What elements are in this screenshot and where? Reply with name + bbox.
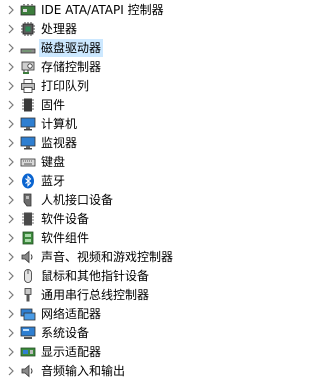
tree-item-ide-ata-atapi-controllers[interactable]: IDE ATA/ATAPI 控制器 [0,0,320,20]
tree-item-system-devices[interactable]: 系统设备 [0,323,320,343]
tree-item-usb-controllers[interactable]: 通用串行总线控制器 [0,285,320,305]
display-adapter-icon [20,344,36,360]
chevron-right-icon[interactable] [6,42,16,54]
tree-item-label: 鼠标和其他指针设备 [41,269,150,283]
tree-item-bluetooth[interactable]: 蓝牙 [0,171,320,191]
device-tree: IDE ATA/ATAPI 控制器 处理器 磁盘驱动器 存储控制器 打印队列 固… [0,0,320,383]
usb-icon [20,287,36,303]
tree-item-keyboards[interactable]: 键盘 [0,152,320,172]
software-component-icon [20,230,36,246]
network-adapter-icon [20,306,36,322]
tree-item-monitors[interactable]: 监视器 [0,133,320,153]
chevron-right-icon[interactable] [6,308,16,320]
tree-item-mice-pointing-devices[interactable]: 鼠标和其他指针设备 [0,266,320,286]
tree-item-label: IDE ATA/ATAPI 控制器 [41,3,164,17]
tree-item-label: 音频输入和输出 [41,364,126,378]
chevron-right-icon[interactable] [6,346,16,358]
tree-item-label: 磁盘驱动器 [39,39,104,57]
chevron-right-icon[interactable] [6,213,16,225]
tree-item-label: 计算机 [41,117,78,131]
tree-item-firmware[interactable]: 固件 [0,95,320,115]
tree-item-processors[interactable]: 处理器 [0,19,320,39]
tree-item-label: 系统设备 [41,326,90,340]
tree-item-label: 显示适配器 [41,345,102,359]
chevron-right-icon[interactable] [6,61,16,73]
tree-item-label: 键盘 [41,155,66,169]
audio-io-icon [20,363,36,379]
hid-icon [20,192,36,208]
chevron-right-icon[interactable] [6,80,16,92]
tree-item-label: 通用串行总线控制器 [41,288,150,302]
bluetooth-icon [20,173,36,189]
printer-icon [20,78,36,94]
tree-item-disk-drives[interactable]: 磁盘驱动器 [0,38,320,58]
tree-item-network-adapters[interactable]: 网络适配器 [0,304,320,324]
chevron-right-icon[interactable] [6,175,16,187]
chevron-right-icon[interactable] [6,365,16,377]
mouse-icon [20,268,36,284]
tree-item-software-components[interactable]: 软件组件 [0,228,320,248]
chevron-right-icon[interactable] [6,118,16,130]
chevron-right-icon[interactable] [6,327,16,339]
tree-item-label: 软件设备 [41,212,90,226]
tree-item-label: 软件组件 [41,231,90,245]
tree-item-label: 打印队列 [41,79,90,93]
tree-item-label: 蓝牙 [41,174,66,188]
tree-item-label: 声音、视频和游戏控制器 [41,250,174,264]
storage-controller-icon [20,59,36,75]
chevron-right-icon[interactable] [6,99,16,111]
tree-item-label: 固件 [41,98,66,112]
firmware-icon [20,97,36,113]
disk-drive-icon [20,40,36,56]
chevron-right-icon[interactable] [6,4,16,16]
ide-controller-icon [20,2,36,18]
tree-item-label: 存储控制器 [41,60,102,74]
chevron-right-icon[interactable] [6,270,16,282]
tree-item-label: 处理器 [41,22,78,36]
chevron-right-icon[interactable] [6,137,16,149]
computer-icon [20,116,36,132]
tree-item-human-interface-devices[interactable]: 人机接口设备 [0,190,320,210]
tree-item-label: 人机接口设备 [41,193,114,207]
chevron-right-icon[interactable] [6,232,16,244]
tree-item-print-queues[interactable]: 打印队列 [0,76,320,96]
tree-item-sound-video-game-controllers[interactable]: 声音、视频和游戏控制器 [0,247,320,267]
tree-item-label: 监视器 [41,136,78,150]
system-device-icon [20,325,36,341]
tree-item-audio-inputs-outputs[interactable]: 音频输入和输出 [0,361,320,381]
chevron-right-icon[interactable] [6,289,16,301]
monitor-icon [20,135,36,151]
tree-item-label: 网络适配器 [41,307,102,321]
tree-item-computer[interactable]: 计算机 [0,114,320,134]
tree-item-storage-controllers[interactable]: 存储控制器 [0,57,320,77]
chevron-right-icon[interactable] [6,251,16,263]
chevron-right-icon[interactable] [6,23,16,35]
processor-icon [20,21,36,37]
software-device-icon [20,211,36,227]
tree-item-software-devices[interactable]: 软件设备 [0,209,320,229]
chevron-right-icon[interactable] [6,156,16,168]
chevron-right-icon[interactable] [6,194,16,206]
keyboard-icon [20,154,36,170]
sound-icon [20,249,36,265]
tree-item-display-adapters[interactable]: 显示适配器 [0,342,320,362]
